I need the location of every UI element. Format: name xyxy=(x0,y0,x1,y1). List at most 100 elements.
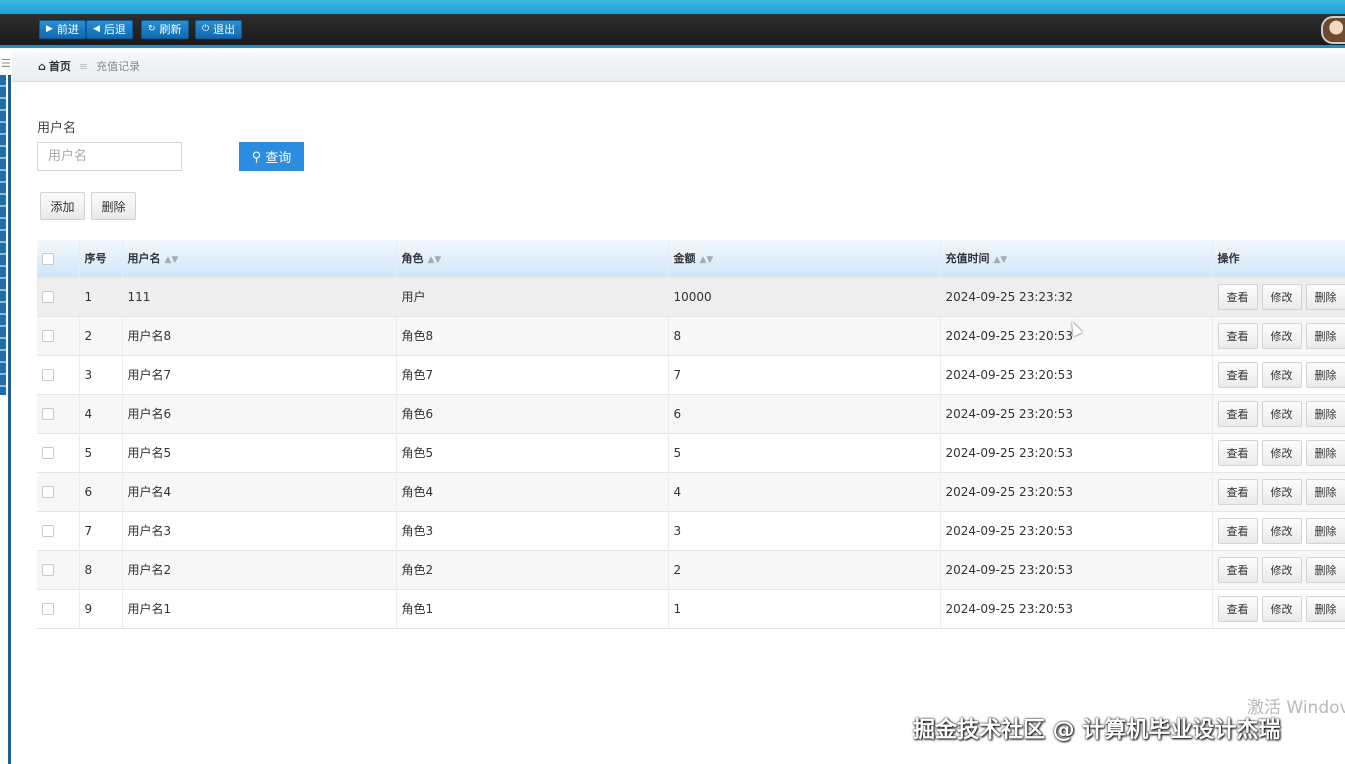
row-amount: 3 xyxy=(668,510,941,550)
row-actions: 查看 修改 删除 xyxy=(1212,276,1345,316)
edit-button[interactable]: 修改 xyxy=(1261,283,1302,310)
row-recharge-time: 2024-09-25 23:20:53 xyxy=(940,588,1213,629)
delete-button[interactable]: 删除 xyxy=(1305,283,1344,310)
delete-button[interactable]: 删除 xyxy=(1305,322,1344,349)
row-actions: 查看 修改 删除 xyxy=(1212,315,1345,355)
table-header-row: 序号 用户名 ▲▼ 角色 ▲▼ 金额 ▲▼ 充值时间 ▲▼ 操作 xyxy=(37,240,1345,277)
row-checkbox[interactable] xyxy=(42,564,54,576)
row-checkbox[interactable] xyxy=(42,291,54,303)
delete-button[interactable]: 删除 xyxy=(1305,556,1344,583)
table-row: 1 111 用户 10000 2024-09-25 23:23:32 查看 修改 删除 xyxy=(37,276,1345,316)
row-checkbox[interactable] xyxy=(42,369,54,381)
row-select-cell xyxy=(37,393,80,433)
delete-button[interactable]: 删除 xyxy=(1305,478,1344,505)
edit-button[interactable]: 修改 xyxy=(1261,400,1302,427)
row-select-cell xyxy=(37,588,80,629)
select-all-cell xyxy=(37,240,80,277)
column-header-amount[interactable]: 金额 ▲▼ xyxy=(668,240,941,277)
row-actions: 查看 修改 删除 xyxy=(1212,549,1345,589)
edit-button[interactable]: 修改 xyxy=(1261,361,1302,388)
refresh-button[interactable]: ↻ 刷新 xyxy=(141,20,189,39)
delete-button[interactable]: 删除 xyxy=(1305,400,1344,427)
row-checkbox[interactable] xyxy=(42,486,54,498)
breadcrumb: ⌂ 首页 ≡ 充值记录 xyxy=(12,51,1345,82)
avatar[interactable] xyxy=(1321,16,1345,44)
view-button[interactable]: 查看 xyxy=(1217,439,1258,466)
row-checkbox[interactable] xyxy=(42,330,54,342)
delete-button[interactable]: 删除 xyxy=(1305,439,1344,466)
row-index: 8 xyxy=(79,549,123,589)
back-icon: ◀ xyxy=(93,24,100,34)
row-recharge-time: 2024-09-25 23:20:53 xyxy=(940,549,1213,589)
table-row: 9 用户名1 角色1 1 2024-09-25 23:20:53 查看 修改 删除 xyxy=(37,588,1345,629)
table-row: 8 用户名2 角色2 2 2024-09-25 23:20:53 查看 修改 删除 xyxy=(37,549,1345,589)
edit-button[interactable]: 修改 xyxy=(1261,478,1302,505)
view-button[interactable]: 查看 xyxy=(1217,556,1258,583)
view-button[interactable]: 查看 xyxy=(1217,400,1258,427)
row-checkbox[interactable] xyxy=(42,447,54,459)
row-checkbox[interactable] xyxy=(42,525,54,537)
row-select-cell xyxy=(37,510,80,550)
select-all-checkbox[interactable] xyxy=(42,252,54,265)
username-search-input[interactable] xyxy=(37,142,182,171)
breadcrumb-home[interactable]: ⌂ 首页 xyxy=(38,58,71,74)
back-button[interactable]: ◀ 后退 xyxy=(86,20,133,39)
row-select-cell xyxy=(37,432,80,472)
view-button[interactable]: 查看 xyxy=(1217,517,1258,544)
row-username: 用户名4 xyxy=(122,471,397,511)
row-select-cell xyxy=(37,549,80,589)
batch-delete-button[interactable]: 删除 xyxy=(91,192,136,220)
delete-button[interactable]: 删除 xyxy=(1305,595,1344,622)
add-button[interactable]: 添加 xyxy=(40,192,85,220)
delete-button[interactable]: 删除 xyxy=(1305,517,1344,544)
view-button[interactable]: 查看 xyxy=(1217,595,1258,622)
row-actions: 查看 修改 删除 xyxy=(1212,588,1345,629)
row-recharge-time: 2024-09-25 23:20:53 xyxy=(940,471,1213,511)
column-header-role[interactable]: 角色 ▲▼ xyxy=(396,240,669,277)
column-header-username[interactable]: 用户名 ▲▼ xyxy=(122,240,397,277)
row-checkbox[interactable] xyxy=(42,408,54,420)
table-row: 6 用户名4 角色4 4 2024-09-25 23:20:53 查看 修改 删除 xyxy=(37,471,1345,511)
view-button[interactable]: 查看 xyxy=(1217,283,1258,310)
search-label: 用户名 xyxy=(37,121,77,136)
recharge-table: 序号 用户名 ▲▼ 角色 ▲▼ 金额 ▲▼ 充值时间 ▲▼ 操作 1 111 用户 10000… xyxy=(37,240,1345,629)
breadcrumb-separator-icon: ≡ xyxy=(78,59,89,73)
row-amount: 4 xyxy=(668,471,941,511)
top-navbar: ▶ 前进 ◀ 后退 ↻ 刷新 ⏻ 退出 xyxy=(0,14,1345,48)
view-button[interactable]: 查看 xyxy=(1217,361,1258,388)
row-username: 用户名8 xyxy=(122,315,397,355)
row-select-cell xyxy=(37,354,80,394)
row-actions: 查看 修改 删除 xyxy=(1212,510,1345,550)
power-icon: ⏻ xyxy=(202,24,210,34)
edit-button[interactable]: 修改 xyxy=(1261,322,1302,349)
row-checkbox[interactable] xyxy=(42,603,54,615)
sort-icon[interactable]: ▲▼ xyxy=(994,255,1008,265)
sort-icon[interactable]: ▲▼ xyxy=(165,255,179,265)
logout-button[interactable]: ⏻ 退出 xyxy=(195,20,243,39)
row-index: 6 xyxy=(79,471,123,511)
query-button[interactable]: ⚲ 查询 xyxy=(239,142,304,171)
edit-button[interactable]: 修改 xyxy=(1261,439,1302,466)
edit-button[interactable]: 修改 xyxy=(1261,556,1302,583)
row-actions: 查看 修改 删除 xyxy=(1212,432,1345,472)
edit-button[interactable]: 修改 xyxy=(1261,595,1302,622)
row-amount: 6 xyxy=(668,393,941,433)
view-button[interactable]: 查看 xyxy=(1217,478,1258,505)
menu-toggle-icon[interactable]: ☰ xyxy=(1,58,11,69)
row-amount: 2 xyxy=(668,549,941,589)
row-recharge-time: 2024-09-25 23:20:53 xyxy=(940,393,1213,433)
refresh-icon: ↻ xyxy=(148,24,156,34)
view-button[interactable]: 查看 xyxy=(1217,322,1258,349)
breadcrumb-current: 充值记录 xyxy=(96,60,141,73)
row-role: 角色1 xyxy=(396,588,669,629)
row-select-cell xyxy=(37,276,80,316)
delete-button[interactable]: 删除 xyxy=(1305,361,1344,388)
row-role: 角色4 xyxy=(396,471,669,511)
column-header-index: 序号 xyxy=(79,240,123,277)
sidebar-rail xyxy=(0,75,6,395)
sort-icon[interactable]: ▲▼ xyxy=(700,255,714,265)
forward-button[interactable]: ▶ 前进 xyxy=(39,20,86,39)
edit-button[interactable]: 修改 xyxy=(1261,517,1302,544)
column-header-recharge-time[interactable]: 充值时间 ▲▼ xyxy=(940,240,1213,277)
sort-icon[interactable]: ▲▼ xyxy=(428,255,442,265)
